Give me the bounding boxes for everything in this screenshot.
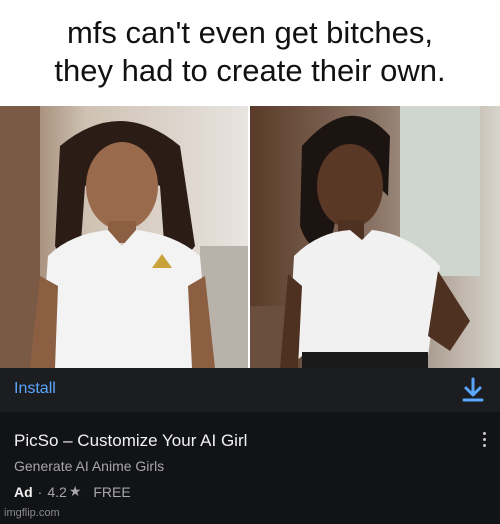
caption-line-2: they had to create their own. [54,53,446,88]
ad-meta: Ad · 4.2 ★ FREE [14,483,131,500]
more-vertical-icon[interactable] [480,432,488,450]
install-button[interactable]: Install [14,380,56,398]
price-label: FREE [93,483,131,500]
more-dot [482,444,486,447]
meme-caption: mfs can't even get bitches, they had to … [0,0,500,106]
ad-subtitle: Generate AI Anime Girls [14,458,165,474]
portrait-photo-2[interactable] [250,106,500,368]
portrait-photo-1[interactable] [0,106,248,368]
caption-line-1: mfs can't even get bitches, [66,15,434,50]
ad-title[interactable]: PicSo – Customize Your AI Girl [14,431,247,451]
install-bar[interactable]: Install [0,368,500,413]
more-dot [482,438,486,441]
rating-value: 4.2 [47,483,67,500]
download-icon[interactable] [462,377,484,403]
imgflip-watermark: imgflip.com [4,507,60,519]
more-dot [482,432,486,435]
separator-dot: · [37,483,43,500]
ad-panel[interactable]: PicSo – Customize Your AI Girl Generate … [0,412,500,524]
star-icon: ★ [68,483,82,499]
ad-photo-strip[interactable] [0,106,500,368]
ad-badge: Ad [14,483,33,500]
